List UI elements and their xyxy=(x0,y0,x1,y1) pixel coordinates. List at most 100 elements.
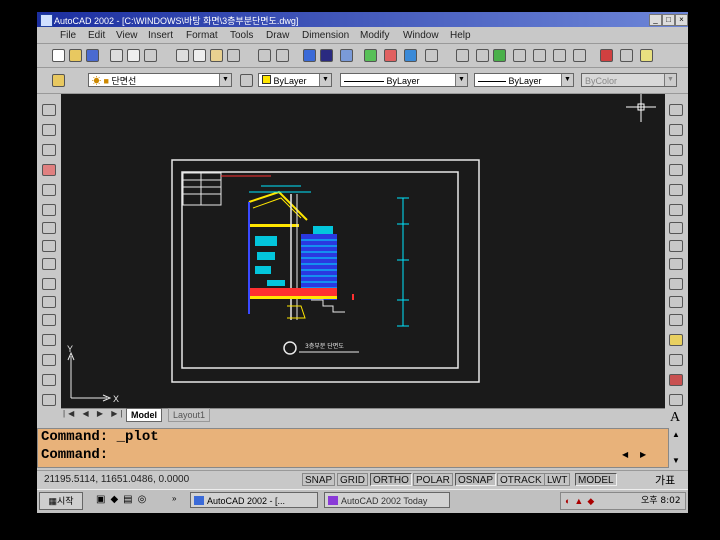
point-icon[interactable] xyxy=(669,354,683,366)
menu-window[interactable]: Window xyxy=(403,30,439,41)
save-icon[interactable] xyxy=(86,49,99,62)
menu-draw[interactable]: Draw xyxy=(266,30,289,41)
calculator-icon[interactable] xyxy=(620,49,633,62)
zoom-extents-icon[interactable] xyxy=(553,49,566,62)
ellipse-icon[interactable] xyxy=(669,278,683,290)
autocad-app-icon[interactable] xyxy=(40,14,53,27)
chevron-down-icon[interactable]: ▼ xyxy=(561,74,573,86)
publish-icon[interactable] xyxy=(144,49,157,62)
paste-icon[interactable] xyxy=(210,49,223,62)
lengthen-icon[interactable] xyxy=(42,278,56,290)
hatch-icon[interactable] xyxy=(600,49,613,62)
minimize-button[interactable]: _ xyxy=(649,14,662,26)
menu-dimension[interactable]: Dimension xyxy=(302,30,349,41)
multiline-text-icon[interactable]: A xyxy=(670,410,680,426)
rotate-icon[interactable] xyxy=(42,222,56,234)
task-autocad[interactable]: AutoCAD 2002 - [... xyxy=(190,492,318,508)
print-preview-icon[interactable] xyxy=(127,49,140,62)
circle-icon[interactable] xyxy=(669,222,683,234)
linetype-dropdown[interactable]: ByLayer ▼ xyxy=(340,73,468,87)
color-dropdown[interactable]: ByLayer ▼ xyxy=(258,73,332,87)
undo-icon[interactable] xyxy=(258,49,271,62)
layer-dropdown[interactable]: ☀ ■ 단면선 ▼ xyxy=(88,73,232,87)
model-toggle[interactable]: MODEL xyxy=(575,473,617,486)
aerial-view-icon[interactable] xyxy=(573,49,586,62)
trim-icon[interactable] xyxy=(42,296,56,308)
plotstyle-dropdown[interactable]: ByColor ▼ xyxy=(581,73,677,87)
construction-line-icon[interactable] xyxy=(669,124,683,136)
polygon-icon[interactable] xyxy=(669,164,683,176)
break-icon[interactable] xyxy=(42,334,56,346)
menu-insert[interactable]: Insert xyxy=(148,30,173,41)
start-button[interactable]: ▦시작 xyxy=(39,492,83,510)
task-autocad-today[interactable]: AutoCAD 2002 Today xyxy=(324,492,450,508)
erase-icon[interactable] xyxy=(42,104,56,116)
tool-palette-icon[interactable] xyxy=(364,49,377,62)
menu-format[interactable]: Format xyxy=(186,30,218,41)
menu-tools[interactable]: Tools xyxy=(230,30,253,41)
make-block-icon[interactable] xyxy=(669,334,683,346)
chevron-down-icon[interactable]: ▼ xyxy=(455,74,467,86)
zoom-icon[interactable] xyxy=(476,49,489,62)
offset-icon[interactable] xyxy=(42,164,56,176)
tab-layout1[interactable]: Layout1 xyxy=(168,408,211,422)
chevron-down-icon[interactable]: ▼ xyxy=(219,74,231,86)
rectangle-icon[interactable] xyxy=(669,184,683,196)
pan-icon[interactable] xyxy=(456,49,469,62)
zoom-realtime-icon[interactable] xyxy=(303,49,316,62)
polyline-icon[interactable] xyxy=(669,144,683,156)
insert-block-icon[interactable] xyxy=(669,314,683,326)
lwt-toggle[interactable]: LWT xyxy=(544,473,571,486)
redo-icon[interactable] xyxy=(276,49,289,62)
cut-icon[interactable] xyxy=(176,49,189,62)
explode-icon[interactable] xyxy=(42,394,56,406)
grid-toggle[interactable]: GRID xyxy=(337,473,368,486)
dbconnect-icon[interactable] xyxy=(384,49,397,62)
array-icon[interactable] xyxy=(42,184,56,196)
close-button[interactable]: × xyxy=(675,14,688,26)
spline-icon[interactable] xyxy=(669,258,683,270)
move-icon[interactable] xyxy=(42,204,56,216)
tray-icons[interactable]: ◐▲◆ xyxy=(565,493,598,509)
layer-manager-icon[interactable] xyxy=(52,74,65,87)
menu-modify[interactable]: Modify xyxy=(360,30,389,41)
zoom-previous-icon[interactable] xyxy=(513,49,526,62)
scroll-right-icon[interactable]: ▶ xyxy=(640,450,646,459)
extend-icon[interactable] xyxy=(42,314,56,326)
markup-icon[interactable] xyxy=(425,49,438,62)
otrack-toggle[interactable]: OTRACK xyxy=(497,473,545,486)
mirror-icon[interactable] xyxy=(42,144,56,156)
polar-toggle[interactable]: POLAR xyxy=(413,473,453,486)
quick-launch-icons[interactable]: ▣◆▤◎ xyxy=(96,494,151,505)
scroll-left-icon[interactable]: ◀ xyxy=(622,450,628,459)
copy-icon[interactable] xyxy=(193,49,206,62)
tab-navigation-arrows[interactable]: |◀ ◀ ▶ ▶| xyxy=(63,409,125,418)
stretch-icon[interactable] xyxy=(42,258,56,270)
hyperlink-icon[interactable] xyxy=(404,49,417,62)
chevron-down-icon[interactable]: ▼ xyxy=(664,74,676,86)
osnap-toggle[interactable]: OSNAP xyxy=(455,473,497,486)
revision-cloud-icon[interactable] xyxy=(669,240,683,252)
help-icon[interactable] xyxy=(640,49,653,62)
line-icon[interactable] xyxy=(669,104,683,116)
scale-icon[interactable] xyxy=(42,240,56,252)
menu-edit[interactable]: Edit xyxy=(88,30,105,41)
scroll-down-icon[interactable]: ▼ xyxy=(672,456,680,465)
command-prompt[interactable]: Command: xyxy=(41,447,108,463)
properties-icon[interactable] xyxy=(533,49,546,62)
snap-toggle[interactable]: SNAP xyxy=(302,473,336,486)
maximize-button[interactable]: □ xyxy=(662,14,675,26)
menu-help[interactable]: Help xyxy=(450,30,471,41)
arc-icon[interactable] xyxy=(669,204,683,216)
lineweight-dropdown[interactable]: ByLayer ▼ xyxy=(474,73,574,87)
menu-view[interactable]: View xyxy=(116,30,138,41)
make-object-layer-current-icon[interactable] xyxy=(240,74,253,87)
region-icon[interactable] xyxy=(669,394,683,406)
menu-file[interactable]: File xyxy=(60,30,76,41)
new-file-icon[interactable] xyxy=(52,49,65,62)
tab-model[interactable]: Model xyxy=(126,408,162,422)
open-file-icon[interactable] xyxy=(69,49,82,62)
zoom-window-icon[interactable] xyxy=(493,49,506,62)
coordinate-readout[interactable]: 21195.5114, 11651.0486, 0.0000 xyxy=(44,474,189,485)
today-icon[interactable] xyxy=(320,49,333,62)
